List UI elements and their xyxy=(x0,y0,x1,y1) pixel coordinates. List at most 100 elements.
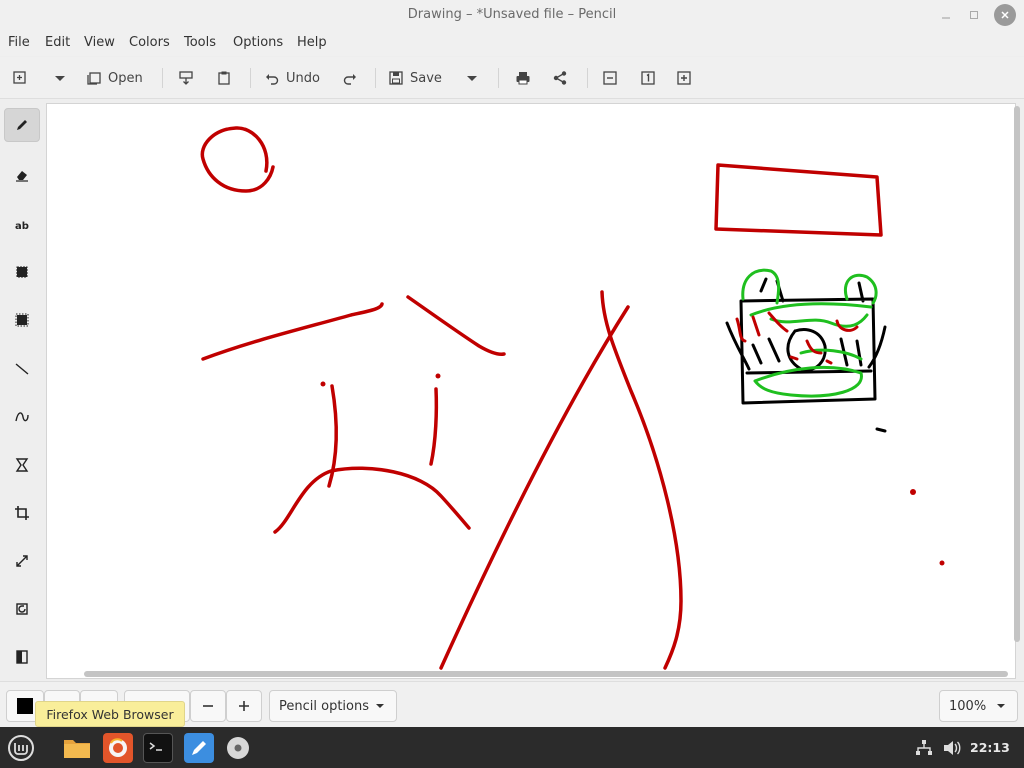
toolbar-separator xyxy=(498,68,499,88)
tool-scale[interactable] xyxy=(4,544,40,578)
menu-help[interactable]: Help xyxy=(297,35,327,50)
import-icon xyxy=(179,71,193,85)
red-line-stroke xyxy=(429,387,439,466)
red-line-stroke xyxy=(406,295,506,356)
new-image-icon xyxy=(13,71,26,84)
tool-pencil[interactable] xyxy=(4,108,40,142)
clipboard-icon xyxy=(218,71,230,85)
black-scribble-stroke xyxy=(725,277,887,433)
disc-launcher[interactable] xyxy=(223,733,253,763)
zoom-out-icon xyxy=(603,71,617,85)
zoom-in-button[interactable] xyxy=(676,67,692,89)
menu-options[interactable]: Options xyxy=(233,35,283,50)
menu-bar: File Edit View Colors Tools Options Help xyxy=(0,30,1024,56)
paste-button[interactable] xyxy=(216,67,232,89)
undo-button[interactable]: Undo xyxy=(264,67,320,89)
zoom-in-icon xyxy=(677,71,691,85)
menu-file[interactable]: File xyxy=(8,35,30,50)
tool-eraser[interactable] xyxy=(4,158,40,192)
vertical-scrollbar[interactable] xyxy=(1014,106,1020,642)
tool-filters[interactable] xyxy=(4,640,40,674)
menu-colors[interactable]: Colors xyxy=(129,35,170,50)
start-menu-button[interactable] xyxy=(6,733,36,763)
zoom-menu[interactable]: 100% xyxy=(939,690,1018,722)
size-decrease-button[interactable] xyxy=(190,690,226,722)
new-image-button[interactable] xyxy=(12,67,28,89)
tool-crop[interactable] xyxy=(4,496,40,530)
free-selection-icon xyxy=(15,313,29,327)
new-options-dropdown[interactable] xyxy=(52,67,68,89)
tool-options-label: Pencil options xyxy=(279,698,369,714)
tool-rectangle-selection[interactable] xyxy=(4,255,40,289)
menu-edit[interactable]: Edit xyxy=(45,35,70,50)
drawing-app-launcher[interactable] xyxy=(184,733,214,763)
horizontal-scrollbar[interactable] xyxy=(84,671,1008,677)
open-label: Open xyxy=(108,70,143,86)
red-circle-stroke xyxy=(200,126,275,193)
volume-icon xyxy=(944,741,961,755)
tool-rotate[interactable] xyxy=(4,592,40,626)
undo-label: Undo xyxy=(286,70,320,86)
red-line-stroke xyxy=(201,302,384,361)
menu-tools[interactable]: Tools xyxy=(184,35,216,50)
clock[interactable]: 22:13 xyxy=(970,740,1010,755)
title-bar: Drawing – *Unsaved file – Pencil xyxy=(0,0,1024,30)
firefox-launcher[interactable] xyxy=(103,733,133,763)
size-increase-button[interactable] xyxy=(226,690,262,722)
mint-logo-icon xyxy=(8,735,34,761)
zoom-out-button[interactable] xyxy=(602,67,618,89)
window-title: Drawing – *Unsaved file – Pencil xyxy=(407,7,617,22)
folder-icon xyxy=(64,740,90,758)
maximize-button[interactable] xyxy=(963,4,985,26)
terminal-icon xyxy=(149,742,162,751)
drawing-canvas[interactable] xyxy=(46,103,1016,679)
toolbar-separator xyxy=(587,68,588,88)
taskbar-tooltip: Firefox Web Browser xyxy=(35,701,185,727)
share-button[interactable] xyxy=(552,67,568,89)
red-line-stroke xyxy=(273,466,471,534)
red-line-stroke xyxy=(439,305,630,670)
undo-icon xyxy=(266,74,279,85)
close-button[interactable] xyxy=(994,4,1016,26)
rectangle-selection-icon xyxy=(16,266,28,278)
disc-icon xyxy=(227,737,249,759)
redo-button[interactable] xyxy=(342,67,358,89)
open-button[interactable]: Open xyxy=(86,67,143,89)
red-dot xyxy=(320,381,326,387)
files-launcher[interactable] xyxy=(62,733,92,763)
tool-line[interactable] xyxy=(4,352,40,386)
zoom-original-button[interactable] xyxy=(640,67,656,89)
toolbar-separator xyxy=(375,68,376,88)
share-icon xyxy=(553,71,567,85)
chevron-down-icon xyxy=(376,704,384,708)
crop-icon xyxy=(15,506,29,520)
taskbar: 22:13 xyxy=(0,727,1024,768)
toolbar: Open Undo Save xyxy=(0,57,1024,99)
tool-free-selection[interactable] xyxy=(4,303,40,337)
terminal-launcher[interactable] xyxy=(143,733,173,763)
save-options-dropdown[interactable] xyxy=(464,67,480,89)
minimize-button[interactable] xyxy=(935,4,957,26)
primary-color-swatch xyxy=(17,698,33,714)
tool-shape[interactable] xyxy=(4,448,40,482)
pencil-icon xyxy=(17,120,27,130)
red-dot xyxy=(910,489,916,495)
tool-curve[interactable] xyxy=(4,400,40,434)
open-icon xyxy=(87,72,101,85)
chevron-down-icon xyxy=(467,76,477,81)
chevron-down-icon xyxy=(997,704,1005,708)
filters-icon xyxy=(16,650,28,664)
menu-view[interactable]: View xyxy=(84,35,115,50)
import-button[interactable] xyxy=(178,67,194,89)
curve-icon xyxy=(15,412,29,422)
tool-options-menu[interactable]: Pencil options xyxy=(269,690,397,722)
drawing-app-icon xyxy=(192,741,206,755)
network-indicator[interactable] xyxy=(912,733,936,763)
tool-text[interactable]: ab xyxy=(4,208,40,242)
minus-icon xyxy=(203,705,213,707)
redo-icon xyxy=(343,74,356,85)
volume-indicator[interactable] xyxy=(940,733,964,763)
save-button[interactable]: Save xyxy=(388,67,442,89)
shape-icon xyxy=(15,458,29,472)
print-button[interactable] xyxy=(515,67,531,89)
